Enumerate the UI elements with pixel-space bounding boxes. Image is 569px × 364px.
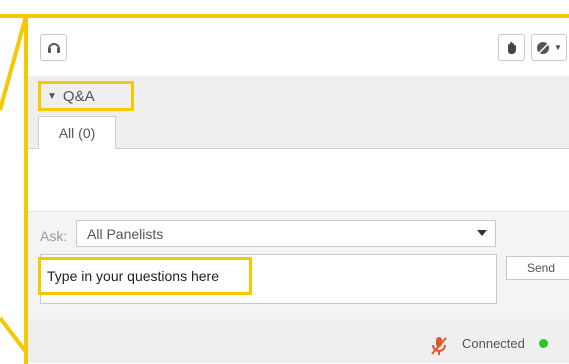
qa-panel: ▼ ▼ Q&A × All (0) Ask: All Panelists Typ…: [24, 14, 569, 364]
send-button[interactable]: Send: [506, 256, 569, 280]
muted-microphone-icon: [430, 336, 448, 356]
emoticon-options-icon: [536, 40, 552, 56]
dropdown-arrow-icon: [477, 230, 487, 236]
send-button-label: Send: [527, 261, 555, 275]
tab-all[interactable]: All (0): [38, 116, 116, 149]
question-placeholder[interactable]: Type in your questions here: [38, 257, 252, 295]
questions-list: [28, 149, 569, 211]
qa-header: ▼ Q&A ×: [28, 76, 569, 116]
qa-title: Q&A: [63, 88, 95, 105]
raise-hand-icon: [504, 40, 520, 56]
ask-label: Ask:: [40, 228, 67, 244]
tab-all-label: All (0): [59, 125, 96, 141]
recipient-selected: All Panelists: [87, 226, 163, 242]
headset-button[interactable]: [40, 34, 67, 61]
status-bar: Connected: [28, 319, 569, 363]
chevron-down-icon: ▼: [554, 43, 562, 52]
recipient-select[interactable]: All Panelists: [76, 220, 496, 247]
question-placeholder-text: Type in your questions here: [47, 268, 219, 284]
panel-toolbar: ▼: [28, 18, 569, 74]
connection-status: Connected: [462, 336, 525, 351]
triangle-down-icon: ▼: [47, 91, 57, 102]
compose-area: Ask: All Panelists Type in your question…: [28, 211, 569, 320]
headset-icon: [46, 40, 62, 56]
connection-indicator: [539, 339, 548, 348]
emoticon-options-button[interactable]: ▼: [531, 34, 567, 61]
raise-hand-button[interactable]: [498, 34, 525, 61]
qa-tabs: All (0): [28, 116, 569, 149]
qa-title-toggle[interactable]: ▼ Q&A: [38, 81, 134, 111]
